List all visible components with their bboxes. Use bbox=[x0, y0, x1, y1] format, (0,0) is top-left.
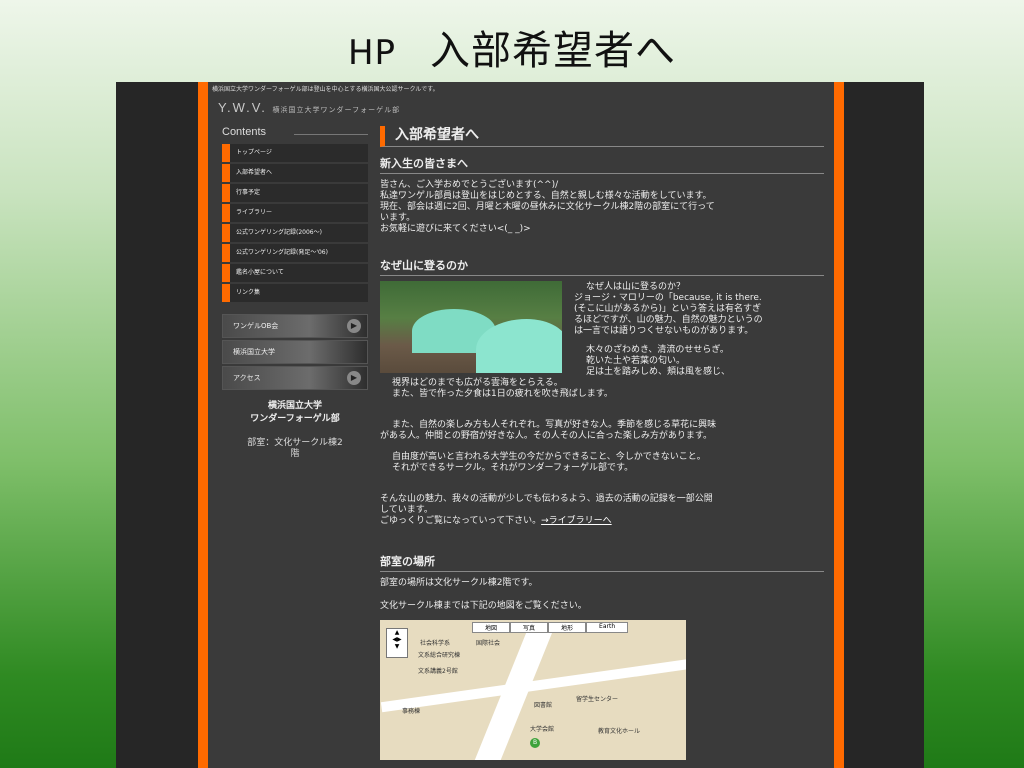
text-line: います。 bbox=[380, 213, 416, 223]
main-content: 入部希望者へ 新入生の皆さまへ 皆さん、ご入学おめでとうございます(^^)/ 私… bbox=[380, 126, 824, 760]
sidebar-nav: トップページ 入部希望者へ 行事予定 ライブラリー 公式ワンゲリング記録(200… bbox=[222, 144, 368, 302]
map-tab-map[interactable]: 地図 bbox=[472, 622, 511, 633]
map-marker-icon[interactable]: B bbox=[530, 738, 540, 748]
map-label: 国際社会 bbox=[476, 640, 501, 647]
slide-title: HP 入部希望者へ bbox=[0, 18, 1024, 76]
site-logo-sub: 横浜国立大学ワンダーフォーゲル部 bbox=[272, 107, 401, 114]
closing-last: ごゆっくりご覧になっていって下さい。 bbox=[380, 516, 542, 526]
arrow-right-icon: ▶ bbox=[347, 371, 361, 385]
site-description: 横浜国立大学ワンダーフォーゲル部は登山を中心とする横浜国大公認サークルです。 bbox=[212, 86, 439, 93]
banner-label: 横浜国立大学 bbox=[233, 348, 275, 356]
text-line: お気軽に遊びに来てください<(_ _)> bbox=[380, 224, 531, 234]
map-label: 文系総合研究棟 bbox=[418, 652, 461, 659]
nav-item-top[interactable]: トップページ bbox=[222, 144, 368, 162]
library-link[interactable]: →ライブラリーへ bbox=[541, 516, 612, 526]
nav-item-records-2006[interactable]: 公式ワンゲリング記録(2006〜) bbox=[222, 224, 368, 242]
text-line: 私達ワンゲル部員は登山をはじめとする、自然と親しむ様々な活動をしています。 bbox=[380, 191, 712, 201]
tent-photo bbox=[380, 281, 562, 373]
nav-item-library[interactable]: ライブラリー bbox=[222, 204, 368, 222]
section-title-room: 部室の場所 bbox=[380, 553, 824, 572]
club-room: 部室：文化サークル棟2 階 bbox=[222, 438, 368, 460]
text-line: 足は土を踏みしめ、頬は風を感じ、 bbox=[586, 367, 731, 377]
text-line: なぜ人は山に登るのか？ bbox=[586, 282, 686, 292]
text-line: 木々のざわめき、清流のせせらぎ。 bbox=[586, 345, 729, 355]
map-label: 社会科学系 bbox=[420, 640, 451, 647]
map-label: 教育文化ホール bbox=[598, 728, 641, 735]
section-title-why: なぜ山に登るのか bbox=[380, 257, 824, 276]
nav-item-records-early[interactable]: 公式ワンゲリング記録(発足〜'06) bbox=[222, 244, 368, 262]
text-line: (そこに山があるから)」という答えは有名すぎ bbox=[574, 304, 762, 314]
site-logo[interactable]: Y.W.V. 横浜国立大学ワンダーフォーゲル部 bbox=[218, 100, 400, 115]
text-line: 乾いた土や若葉の匂い。 bbox=[586, 356, 686, 366]
arrow-right-icon: ▶ bbox=[347, 319, 361, 333]
map-type-tabs: 地図 写真 地形 Earth bbox=[472, 622, 629, 633]
closing-text: そんな山の魅力、我々の活動が少しでも伝わるよう、過去の活動の記録を一部公開 して… bbox=[380, 494, 824, 527]
why-text: なぜ人は山に登るのか？ ジョージ・マロリーの「because, it is th… bbox=[574, 282, 824, 378]
banner-label: アクセス bbox=[233, 374, 261, 382]
left-orange-bar bbox=[198, 82, 208, 768]
text-line: ジョージ・マロリーの「because, it is there. bbox=[574, 293, 762, 303]
map-tab-photo[interactable]: 写真 bbox=[510, 622, 549, 633]
text-line: また、自然の楽しみ方も人それぞれ。写真が好きな人。季節を感じる草花に興味 bbox=[392, 420, 717, 430]
nav-item-links[interactable]: リンク集 bbox=[222, 284, 368, 302]
room-text-2: 文化サークル棟までは下記の地図をご覧ください。 bbox=[380, 601, 587, 611]
club-room-line: 部室：文化サークル棟2 bbox=[247, 438, 343, 448]
club-name: 横浜国立大学 ワンダーフォーゲル部 bbox=[222, 400, 368, 426]
text-line: そんな山の魅力、我々の活動が少しでも伝わるよう、過去の活動の記録を一部公開 bbox=[380, 494, 713, 504]
view-text: 視界はどのまでも広がる雲海をとらえる。 また、皆で作った夕食は1日の疲れを吹き飛… bbox=[380, 378, 824, 400]
banner-list: ワンゲルOB会 ▶ 横浜国立大学 アクセス ▶ bbox=[222, 314, 368, 390]
room-text-1: 部室の場所は文化サークル棟2階です。 bbox=[380, 578, 538, 588]
slide-title-text: 入部希望者へ bbox=[430, 28, 677, 74]
map-zoom-control[interactable]: ▲ ◀▶ ▼ bbox=[386, 628, 408, 658]
page-body: 横浜国立大学ワンダーフォーゲル部は登山を中心とする横浜国大公認サークルです。 Y… bbox=[208, 82, 834, 768]
banner-access[interactable]: アクセス ▶ bbox=[222, 366, 368, 390]
banner-label: ワンゲルOB会 bbox=[233, 322, 279, 330]
text-line: るほどですが、山の魅力、自然の魅力というの bbox=[574, 315, 763, 325]
map-label: 大学会館 bbox=[530, 726, 555, 733]
text-line: それができるサークル。それがワンダーフォーゲル部です。 bbox=[392, 463, 634, 473]
banner-ob[interactable]: ワンゲルOB会 ▶ bbox=[222, 314, 368, 338]
banner-university[interactable]: 横浜国立大学 bbox=[222, 340, 368, 364]
why-section: なぜ山に登るのか なぜ人は山に登るのか？ ジョージ・マロリーの「because,… bbox=[380, 257, 824, 527]
map-tab-earth[interactable]: Earth bbox=[586, 622, 629, 633]
fun-text: また、自然の楽しみ方も人それぞれ。写真が好きな人。季節を感じる草花に興味 がある… bbox=[380, 420, 824, 442]
text-line: がある人。仲間との野宿が好きな人。その人その人に合った楽しみ方があります。 bbox=[380, 431, 713, 441]
map-label: 文系講義2号館 bbox=[418, 668, 458, 675]
nav-item-applicants[interactable]: 入部希望者へ bbox=[222, 164, 368, 182]
map-label: 留学生センター bbox=[576, 696, 619, 703]
text-line: 皆さん、ご入学おめでとうございます(^^)/ bbox=[380, 180, 559, 190]
text-line: 自由度が高いと言われる大学生の今だからできること、今しかできないこと。 bbox=[392, 452, 706, 462]
club-room-line: 階 bbox=[290, 449, 300, 459]
sidebar: Contents トップページ 入部希望者へ 行事予定 ライブラリー 公式ワンゲ… bbox=[222, 126, 368, 460]
welcome-text: 皆さん、ご入学おめでとうございます(^^)/ 私達ワンゲル部員は登山をはじめとす… bbox=[380, 180, 824, 235]
text-line: 現在、部会は週に2回、月曜と木曜の昼休みに文化サークル棟2階の部室にて行って bbox=[380, 202, 715, 212]
map-label: 図書館 bbox=[534, 702, 553, 709]
club-name-line: ワンダーフォーゲル部 bbox=[250, 414, 340, 424]
contents-heading: Contents bbox=[222, 126, 368, 138]
text-line: は一言では語りつくせないものがあります。 bbox=[574, 326, 754, 336]
text-line: 視界はどのまでも広がる雲海をとらえる。 bbox=[392, 378, 563, 388]
map-label: 事務棟 bbox=[402, 708, 421, 715]
nav-item-schedule[interactable]: 行事予定 bbox=[222, 184, 368, 202]
website-screenshot: 横浜国立大学ワンダーフォーゲル部は登山を中心とする横浜国大公認サークルです。 Y… bbox=[116, 82, 924, 768]
section-title-welcome: 新入生の皆さまへ bbox=[380, 155, 824, 174]
text-line: また、皆で作った夕食は1日の疲れを吹き飛ばします。 bbox=[392, 389, 613, 399]
freedom-text: 自由度が高いと言われる大学生の今だからできること、今しかできないこと。 それがで… bbox=[380, 452, 824, 474]
slide-title-prefix: HP bbox=[347, 33, 397, 73]
site-logo-text: Y.W.V. bbox=[218, 100, 267, 115]
nav-item-hut[interactable]: 鑑名小屋について bbox=[222, 264, 368, 282]
text-line: しています。 bbox=[380, 505, 433, 515]
right-orange-bar bbox=[834, 82, 844, 768]
text-line: ごゆっくりご覧になっていって下さい。→ライブラリーへ bbox=[380, 516, 824, 527]
page-title: 入部希望者へ bbox=[380, 126, 824, 147]
club-name-line: 横浜国立大学 bbox=[267, 401, 322, 411]
map-embed[interactable]: 地図 写真 地形 Earth ▲ ◀▶ ▼ 社会科学系 国際社会 文系総合研究棟 文… bbox=[380, 620, 686, 760]
map-tab-terrain[interactable]: 地形 bbox=[548, 622, 587, 633]
